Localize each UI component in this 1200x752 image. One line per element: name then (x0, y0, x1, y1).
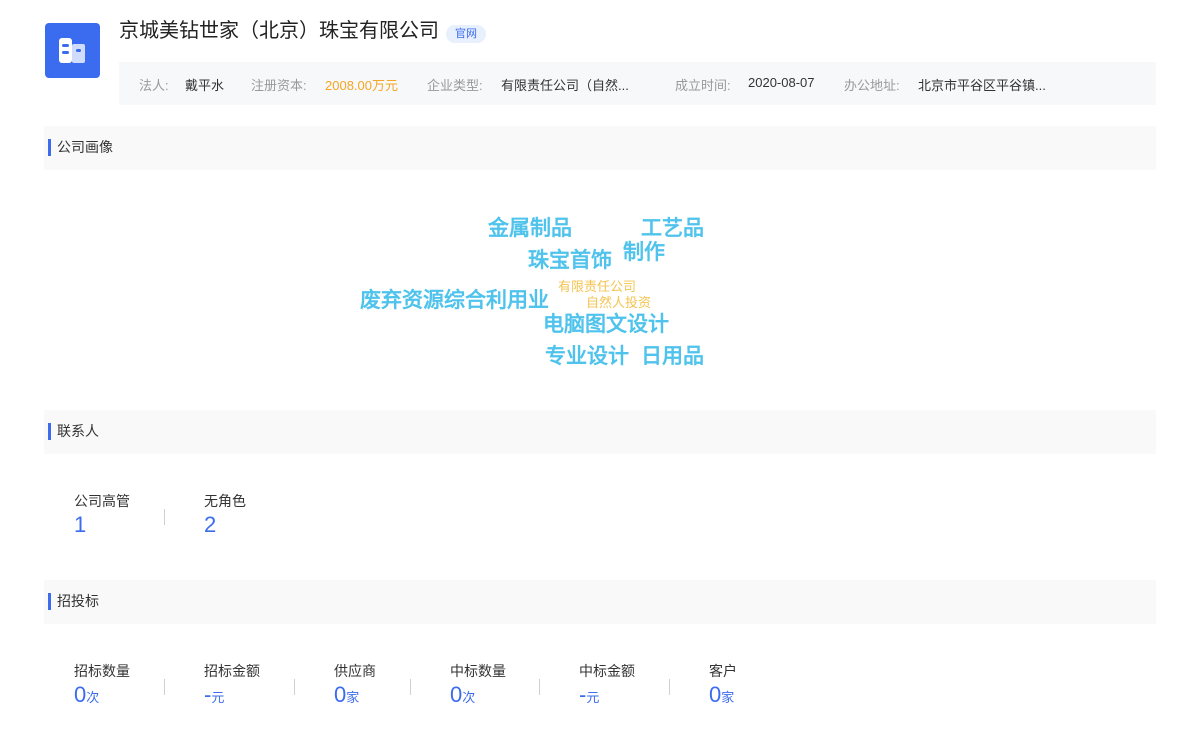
bid-stat-suppliers[interactable]: 供应商 0家 (334, 663, 376, 711)
company-type-label: 企业类型: (427, 78, 483, 93)
stat-number: 0 (74, 682, 87, 707)
stat-value[interactable]: -元 (204, 682, 260, 711)
founded-value: 2020-08-07 (748, 75, 815, 90)
stat-unit: 次 (462, 690, 476, 705)
stat-value[interactable]: 1 (74, 512, 130, 538)
stat-divider (669, 679, 670, 695)
contacts-section-title: 联系人 (57, 423, 99, 439)
stat-divider (539, 679, 540, 695)
bidding-section-title: 招投标 (57, 593, 99, 609)
cloud-word[interactable]: 废弃资源综合利用业 (360, 290, 549, 311)
stat-label: 供应商 (334, 663, 376, 679)
bid-stat-tender-amount[interactable]: 招标金额 -元 (204, 663, 260, 711)
stat-unit: 元 (586, 690, 600, 705)
stat-unit: 次 (86, 690, 100, 705)
stat-label: 招标数量 (74, 663, 130, 679)
cloud-word[interactable]: 专业设计 (545, 346, 629, 367)
stat-value[interactable]: 0家 (334, 682, 376, 711)
legal-rep-label: 法人: (139, 78, 169, 93)
contact-stat-executives[interactable]: 公司高管 1 (74, 493, 130, 538)
stat-label: 客户 (709, 663, 737, 679)
contacts-section-header: 联系人 (44, 410, 1156, 454)
portrait-section-title: 公司画像 (57, 139, 113, 155)
stat-value[interactable]: 2 (204, 512, 246, 538)
stat-divider (164, 679, 165, 695)
cloud-word[interactable]: 电脑图文设计 (543, 314, 669, 335)
stat-number: 0 (334, 682, 347, 707)
stat-value[interactable]: 0家 (709, 682, 737, 711)
portrait-section-header: 公司画像 (44, 126, 1156, 170)
stat-label: 中标数量 (450, 663, 506, 679)
address-value: 北京市平谷区平谷镇... (918, 78, 1046, 93)
cloud-word[interactable]: 有限责任公司 (558, 280, 636, 293)
cloud-word[interactable]: 工艺品 (641, 218, 704, 239)
legal-rep-value[interactable]: 戴平水 (185, 75, 224, 94)
company-name: 京城美钻世家（北京）珠宝有限公司 (119, 20, 439, 42)
stat-label: 无角色 (204, 493, 246, 509)
stat-divider (294, 679, 295, 695)
company-type-value: 有限责任公司（自然... (501, 78, 629, 93)
stat-unit: 家 (721, 690, 735, 705)
section-accent-bar (48, 593, 51, 610)
stat-divider (410, 679, 411, 695)
bid-stat-customers[interactable]: 客户 0家 (709, 663, 737, 711)
address-label: 办公地址: (844, 78, 900, 93)
bid-stat-win-amount[interactable]: 中标金额 -元 (579, 663, 635, 711)
founded-label: 成立时间: (675, 78, 731, 93)
company-logo (45, 23, 100, 78)
bid-stat-win-count[interactable]: 中标数量 0次 (450, 663, 506, 711)
stat-divider (164, 509, 165, 525)
company-info-bar: 法人: 戴平水 注册资本: 2008.00万元 企业类型: 有限责任公司（自然.… (119, 62, 1156, 105)
stat-label: 中标金额 (579, 663, 635, 679)
capital-label: 注册资本: (251, 78, 307, 93)
cloud-word[interactable]: 珠宝首饰 (528, 250, 612, 271)
stat-number: 0 (709, 682, 722, 707)
stat-number: 0 (450, 682, 463, 707)
stat-label: 招标金额 (204, 663, 260, 679)
cloud-word[interactable]: 制作 (623, 242, 665, 263)
capital-value: 2008.00万元 (325, 78, 398, 93)
section-accent-bar (48, 139, 51, 156)
stat-unit: 元 (211, 690, 225, 705)
building-icon (59, 38, 85, 63)
bid-stat-tender-count[interactable]: 招标数量 0次 (74, 663, 130, 711)
stat-unit: 家 (346, 690, 360, 705)
bidding-section-header: 招投标 (44, 580, 1156, 624)
stat-label: 公司高管 (74, 493, 130, 509)
stat-value[interactable]: -元 (579, 682, 635, 711)
cloud-word[interactable]: 金属制品 (488, 218, 572, 239)
section-accent-bar (48, 423, 51, 440)
cloud-word[interactable]: 日用品 (641, 346, 704, 367)
stat-value[interactable]: 0次 (74, 682, 130, 711)
stat-value[interactable]: 0次 (450, 682, 506, 711)
cloud-word[interactable]: 自然人投资 (586, 296, 651, 309)
official-site-badge[interactable]: 官网 (446, 25, 486, 43)
contact-stat-no-role[interactable]: 无角色 2 (204, 493, 246, 538)
